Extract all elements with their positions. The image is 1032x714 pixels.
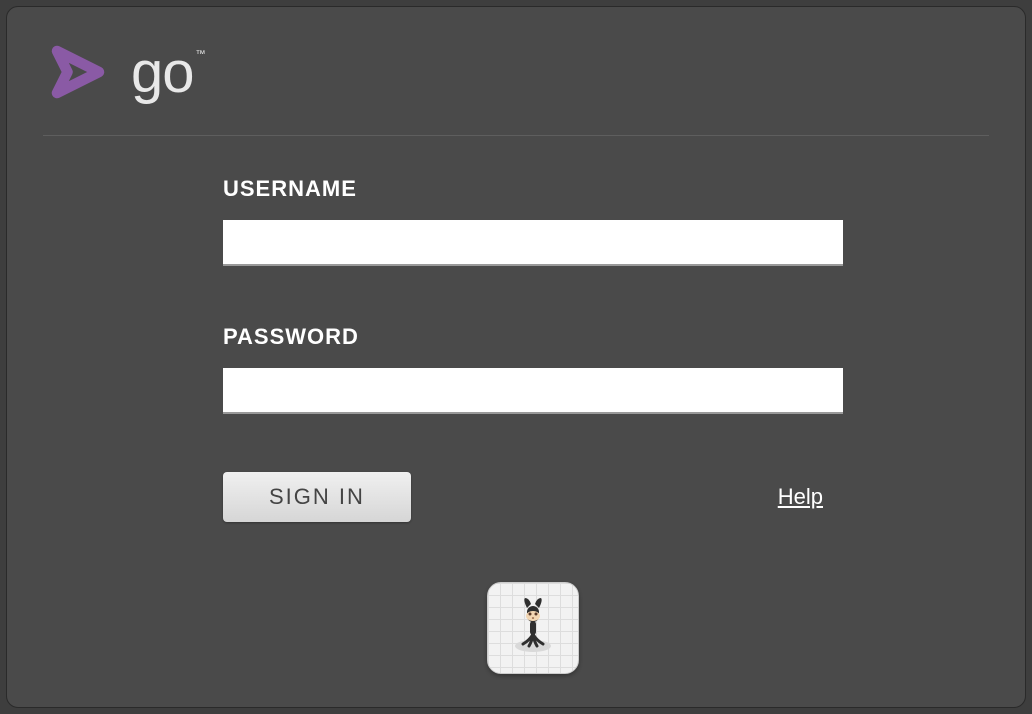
logo-text: go™	[131, 39, 203, 106]
login-panel: go™ USERNAME PASSWORD SIGN IN Help	[6, 6, 1026, 708]
username-input[interactable]	[223, 220, 843, 266]
help-link[interactable]: Help	[778, 484, 823, 510]
trademark-symbol: ™	[196, 49, 205, 60]
logo-header: go™	[43, 37, 989, 136]
login-form: USERNAME PASSWORD SIGN IN Help	[43, 176, 989, 674]
password-label: PASSWORD	[223, 324, 849, 350]
oauth-row	[223, 582, 843, 674]
action-row: SIGN IN Help	[223, 472, 843, 522]
signin-button[interactable]: SIGN IN	[223, 472, 411, 522]
brand-name: go	[131, 40, 194, 105]
username-label: USERNAME	[223, 176, 849, 202]
password-input[interactable]	[223, 368, 843, 414]
github-oauth-button[interactable]	[487, 582, 579, 674]
octocat-icon	[501, 594, 565, 663]
go-logo-icon	[43, 37, 113, 107]
